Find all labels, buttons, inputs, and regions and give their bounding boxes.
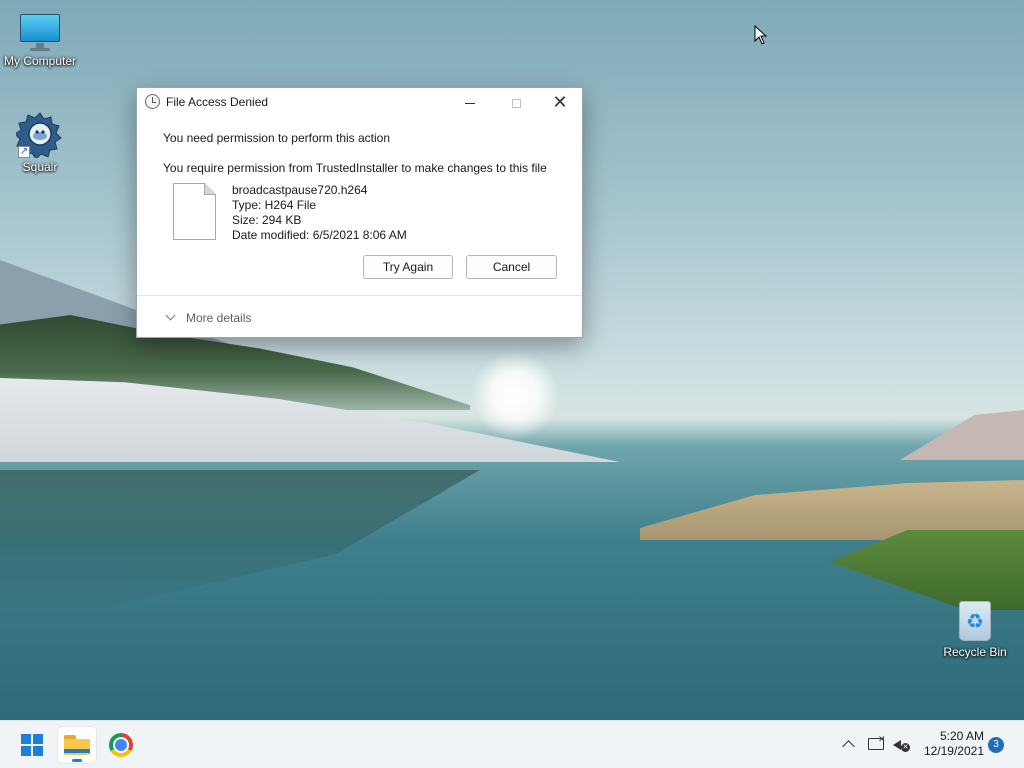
volume-muted-icon[interactable]: ✕ [893,721,913,768]
file-explorer-icon [64,735,90,755]
maximize-icon [511,98,521,108]
secondary-message: You require permission from TrustedInsta… [163,161,547,175]
start-icon [21,734,43,756]
wallpaper-sun [470,350,560,440]
clock-time: 5:20 AM [939,729,984,743]
recycle-bin-icon: ♻ [955,597,995,643]
clock-icon [145,94,160,109]
wallpaper-reflection [0,470,480,610]
network-disconnected-icon[interactable]: ✕ [868,721,888,768]
close-icon: ✕ [552,92,568,112]
mouse-cursor-icon [754,25,768,45]
desktop-icon-label: My Computer [3,54,77,68]
primary-message: You need permission to perform this acti… [163,131,391,145]
taskbar-clock[interactable]: 5:20 AM 12/19/2021 [920,729,984,759]
try-again-button[interactable]: Try Again [363,255,453,279]
file-icon [173,183,216,240]
maximize-button [493,88,539,116]
clock-date: 12/19/2021 [923,744,984,758]
cancel-button[interactable]: Cancel [466,255,557,279]
chevron-up-icon[interactable] [840,721,860,768]
minimize-button[interactable] [447,88,493,116]
chrome-icon [109,733,133,757]
monitor-icon [18,12,62,52]
more-details-toggle[interactable]: More details [165,310,252,325]
desktop-icon-squalr[interactable]: ↗ Squalr [0,110,80,174]
close-button[interactable]: ✕ [537,88,583,116]
chevron-down-icon [165,310,176,321]
desktop-icon-my-computer[interactable]: My Computer [0,12,80,68]
file-access-denied-dialog: File Access Denied ✕ You need permission… [136,87,583,338]
file-type: Type: H264 File [232,198,317,212]
minimize-icon [465,102,475,104]
desktop-icon-label: Recycle Bin [943,645,1007,659]
desktop-icon-label: Squalr [22,160,58,174]
file-size: Size: 294 KB [232,213,302,227]
taskbar-chrome[interactable] [102,727,140,763]
squalr-gear-icon: ↗ [14,110,64,160]
more-details-label: More details [186,311,252,325]
file-date-modified: Date modified: 6/5/2021 8:06 AM [232,228,407,242]
dialog-divider [137,295,582,296]
wallpaper-mountain-right [900,410,1024,460]
desktop-icon-recycle-bin[interactable]: ♻ Recycle Bin [935,597,1015,659]
start-button[interactable] [13,727,51,763]
file-name: broadcastpause720.h264 [232,183,368,197]
file-info: broadcastpause720.h264 Type: H264 File S… [232,183,407,243]
notification-badge[interactable]: 3 [988,737,1004,753]
taskbar-file-explorer[interactable] [58,727,96,763]
dialog-title: File Access Denied [166,95,269,109]
shortcut-arrow-icon: ↗ [18,146,30,158]
taskbar: ✕ ✕ 5:20 AM 12/19/2021 3 [0,720,1024,768]
active-indicator [72,759,82,762]
dialog-titlebar[interactable]: File Access Denied ✕ [137,88,582,116]
